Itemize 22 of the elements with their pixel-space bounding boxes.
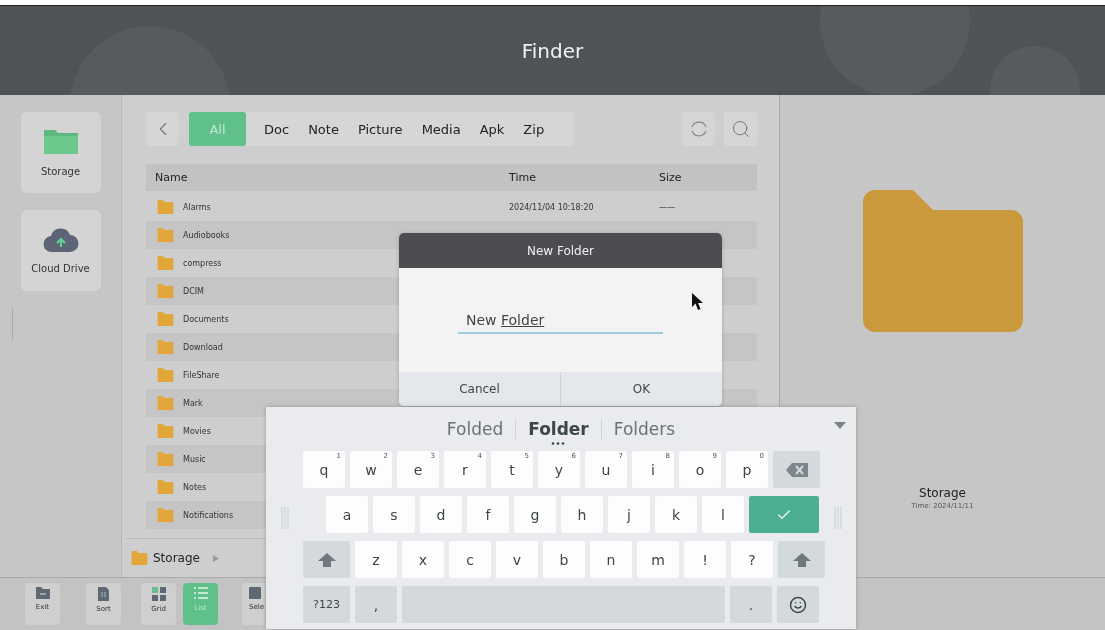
file-name: FileShare <box>183 370 220 380</box>
file-name: Movies <box>183 426 211 436</box>
column-header: Size <box>658 171 683 184</box>
file-name: Download <box>183 342 223 352</box>
preview-name: Storage <box>919 486 966 500</box>
file-name: DCIM <box>183 286 204 296</box>
sidebar-label: Storage <box>40 166 81 177</box>
file-name: Audiobooks <box>183 230 230 240</box>
column-header: Name <box>154 171 189 184</box>
file-name: Documents <box>183 314 229 324</box>
file-name: Notifications <box>183 510 234 520</box>
file-name: Music <box>183 454 206 464</box>
file-name: Mark <box>183 398 203 408</box>
file-name: compress <box>183 258 222 268</box>
file-time: 2024/11/04 10:18:20 <box>508 202 595 212</box>
window-title: Finder <box>521 38 584 63</box>
sidebar-label: Cloud Drive <box>31 263 90 274</box>
dialog-title: New Folder <box>399 233 722 268</box>
column-header: Time <box>508 171 537 184</box>
file-name: Notes <box>183 482 207 492</box>
file-size: —— <box>658 202 676 212</box>
file-name: Alarms <box>183 202 211 212</box>
